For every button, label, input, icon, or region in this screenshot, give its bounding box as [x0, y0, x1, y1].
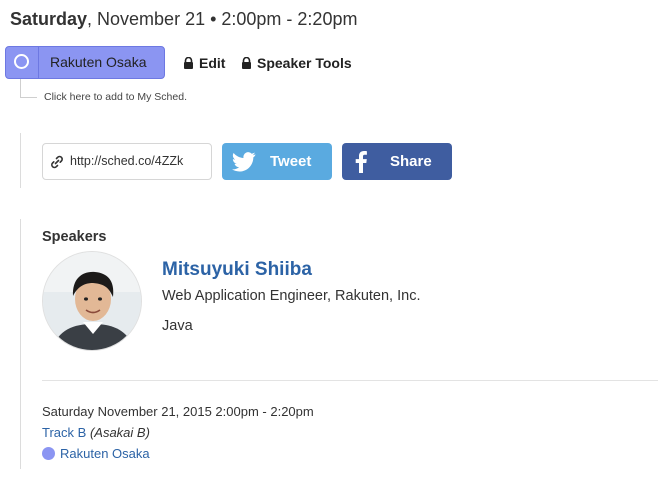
speaker-photo	[43, 252, 141, 350]
edit-button[interactable]: Edit	[183, 55, 225, 71]
twitter-bird-icon	[232, 152, 256, 172]
add-to-my-sched-button[interactable]: Rakuten Osaka	[5, 46, 165, 79]
facebook-share-button[interactable]: Share	[342, 143, 452, 180]
speaker-title: Web Application Engineer, Rakuten, Inc.	[162, 288, 421, 304]
speaker-name-link[interactable]: Mitsuyuki Shiiba	[162, 259, 312, 281]
session-location: Track B (Asakai B)	[42, 425, 150, 440]
lock-icon	[184, 56, 193, 69]
speaker-avatar[interactable]	[42, 251, 142, 351]
session-datetime-header: Saturday, November 21 • 2:00pm - 2:20pm	[10, 9, 357, 30]
event-type-dot-icon	[42, 447, 55, 460]
add-to-sched-hint[interactable]: Click here to add to My Sched.	[44, 91, 187, 103]
track-link[interactable]: Track B	[42, 425, 86, 440]
speakers-heading: Speakers	[42, 229, 107, 245]
edit-label: Edit	[199, 55, 226, 71]
room-name: (Asakai B)	[89, 425, 150, 440]
add-circle-icon[interactable]	[14, 54, 29, 69]
session-datetime: Saturday November 21, 2015 2:00pm - 2:20…	[42, 404, 314, 419]
header-day: Saturday	[10, 9, 88, 29]
pill-checkbox-area[interactable]	[6, 47, 39, 78]
hint-connector-line	[20, 79, 37, 98]
lock-icon	[242, 56, 251, 69]
event-type-link-label[interactable]: Rakuten Osaka	[60, 446, 150, 461]
header-date-time: , November 21 • 2:00pm - 2:20pm	[87, 9, 358, 29]
section-rule	[20, 219, 21, 469]
facebook-icon	[355, 151, 367, 173]
speaker-tag: Java	[162, 318, 193, 334]
link-icon	[51, 155, 63, 169]
tweet-button[interactable]: Tweet	[222, 143, 332, 180]
section-rule	[20, 133, 21, 188]
speaker-tools-label: Speaker Tools	[257, 55, 352, 71]
section-divider	[42, 380, 658, 381]
speaker-tools-button[interactable]: Speaker Tools	[241, 55, 352, 71]
tweet-label: Tweet	[270, 153, 312, 170]
event-type-link[interactable]: Rakuten Osaka	[42, 446, 150, 461]
short-url-field[interactable]: http://sched.co/4ZZk	[42, 143, 212, 180]
short-url-text[interactable]: http://sched.co/4ZZk	[70, 154, 183, 168]
event-type-label: Rakuten Osaka	[50, 54, 147, 70]
share-label: Share	[390, 153, 432, 170]
